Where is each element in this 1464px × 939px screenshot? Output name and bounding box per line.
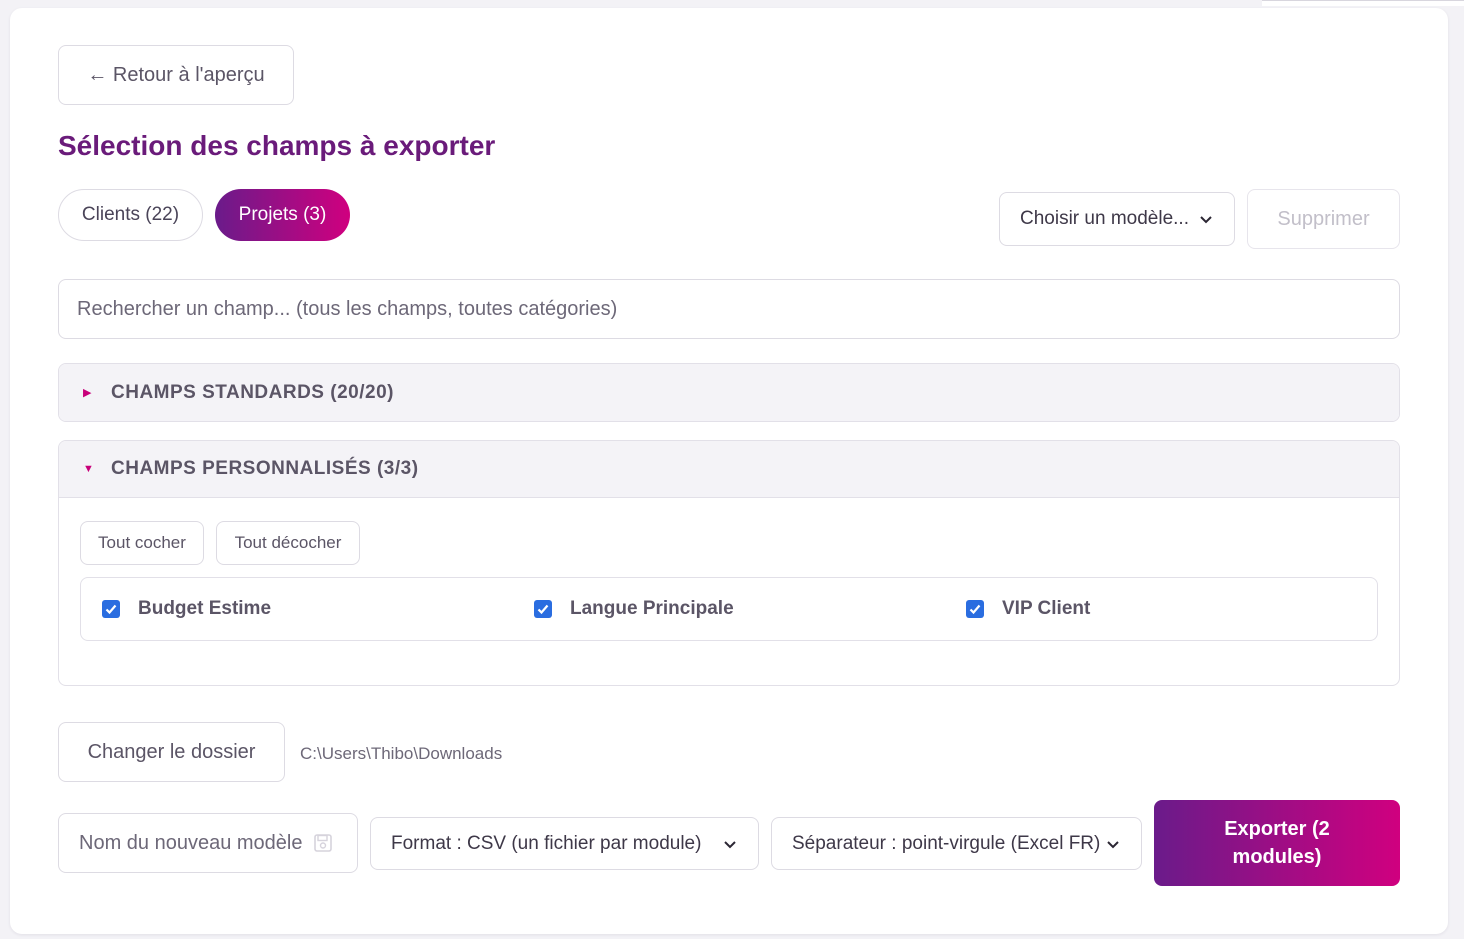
chevron-down-icon	[1105, 836, 1121, 852]
change-folder-button[interactable]: Changer le dossier	[58, 722, 285, 782]
export-button[interactable]: Exporter (2 modules)	[1154, 800, 1400, 886]
template-select[interactable]: Choisir un modèle...	[999, 192, 1235, 246]
save-icon[interactable]	[313, 833, 333, 853]
uncheck-all-label: Tout décocher	[234, 533, 342, 552]
tab-clients-label: Clients (22)	[81, 204, 180, 225]
window-edge	[1262, 0, 1464, 6]
back-to-overview-button[interactable]: ← Retour à l'aperçu	[58, 45, 294, 105]
uncheck-all-button[interactable]: Tout décocher	[216, 521, 360, 565]
custom-fields-header[interactable]: ▼ CHAMPS PERSONNALISÉS (3/3)	[59, 441, 1399, 498]
format-select[interactable]: Format : CSV (un fichier par module)	[370, 817, 759, 870]
export-panel: ← Retour à l'aperçu Sélection des champs…	[10, 8, 1448, 934]
checkbox-checked-icon[interactable]	[966, 600, 984, 618]
standard-fields-section: ▶ CHAMPS STANDARDS (20/20)	[58, 363, 1400, 422]
change-folder-label: Changer le dossier	[87, 740, 256, 763]
chevron-down-icon	[722, 836, 738, 852]
field-item-vip-client[interactable]: VIP Client	[966, 578, 1090, 640]
checkbox-checked-icon[interactable]	[102, 600, 120, 618]
field-label: VIP Client	[1002, 598, 1091, 619]
field-label: Langue Principale	[570, 598, 734, 619]
custom-fields-section: ▼ CHAMPS PERSONNALISÉS (3/3) Tout cocher…	[58, 440, 1400, 686]
field-item-langue-principale[interactable]: Langue Principale	[534, 578, 734, 640]
standard-fields-header[interactable]: ▶ CHAMPS STANDARDS (20/20)	[59, 364, 1399, 421]
format-select-value: Format : CSV (un fichier par module)	[391, 832, 702, 854]
delete-template-label: Supprimer	[1277, 207, 1370, 230]
template-select-value: Choisir un modèle...	[1020, 208, 1189, 229]
export-button-label: Exporter (2 modules)	[1224, 818, 1330, 868]
back-button-label: ← Retour à l'aperçu	[87, 63, 265, 86]
separator-select-value: Séparateur : point-virgule (Excel FR)	[792, 832, 1101, 854]
chevron-down-icon	[1198, 211, 1214, 227]
checkbox-checked-icon[interactable]	[534, 600, 552, 618]
field-search-input[interactable]	[58, 279, 1400, 339]
custom-fields-list: Budget Estime Langue Principale VIP Clie…	[80, 577, 1378, 641]
model-name-input[interactable]	[77, 830, 307, 856]
caret-down-icon: ▼	[83, 463, 95, 475]
tab-projets[interactable]: Projets (3)	[215, 189, 350, 241]
model-name-field	[58, 813, 358, 873]
field-label: Budget Estime	[138, 598, 272, 619]
tab-projets-label: Projets (3)	[238, 204, 327, 225]
delete-template-button[interactable]: Supprimer	[1247, 189, 1400, 249]
check-all-button[interactable]: Tout cocher	[80, 521, 204, 565]
custom-fields-title: CHAMPS PERSONNALISÉS (3/3)	[111, 458, 419, 479]
check-all-label: Tout cocher	[98, 533, 186, 552]
caret-right-icon: ▶	[83, 387, 92, 399]
folder-path: C:\Users\Thibo\Downloads	[300, 744, 503, 763]
separator-select[interactable]: Séparateur : point-virgule (Excel FR)	[771, 817, 1142, 870]
page-title: Sélection des champs à exporter	[58, 130, 496, 161]
field-item-budget-estime[interactable]: Budget Estime	[102, 578, 271, 640]
tab-clients[interactable]: Clients (22)	[58, 189, 203, 241]
standard-fields-title: CHAMPS STANDARDS (20/20)	[111, 381, 394, 403]
